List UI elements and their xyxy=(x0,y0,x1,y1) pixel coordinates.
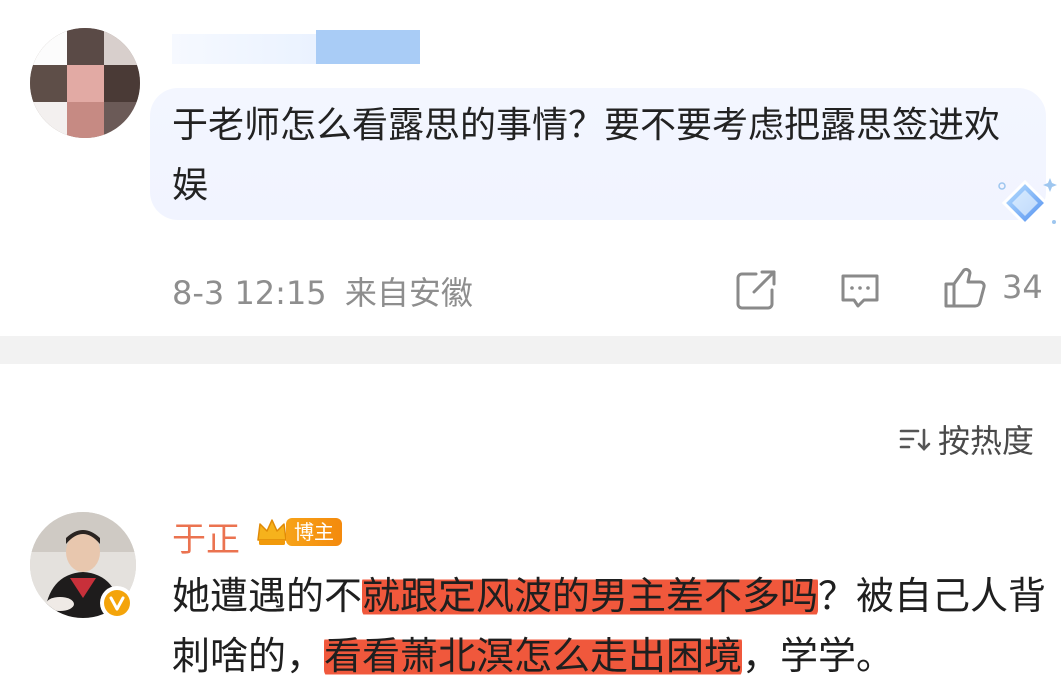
comment-button[interactable] xyxy=(836,266,884,314)
section-divider xyxy=(0,336,1061,364)
author-name[interactable]: 于正 xyxy=(172,512,240,561)
comment-text-part: 她遭遇的不 xyxy=(172,574,363,618)
timestamp: 8-3 12:15 xyxy=(172,274,327,312)
like-button[interactable] xyxy=(940,264,988,312)
sort-label: 按热度 xyxy=(938,422,1035,460)
avatar[interactable] xyxy=(30,28,140,138)
like-icon xyxy=(944,267,986,308)
diamond-badge-icon xyxy=(990,170,1060,240)
sort-by-hot-button[interactable]: 按热度 xyxy=(898,416,1034,462)
like-count: 34 xyxy=(1002,268,1043,306)
comment-text: 她遭遇的不就跟定风波的男主差不多吗？被自己人背刺啥的，看看萧北溟怎么走出困境，学… xyxy=(172,566,1052,686)
blogger-badge: 博主 xyxy=(254,514,342,550)
crown-icon xyxy=(257,519,287,545)
comment-icon xyxy=(841,274,879,308)
highlighted-text: 就跟定风波的男主差不多吗 xyxy=(362,574,819,618)
sort-icon xyxy=(899,428,931,451)
blogger-badge-label: 博主 xyxy=(286,518,342,546)
share-icon xyxy=(736,270,776,310)
highlighted-text: 看看萧北溟怎么走出困境 xyxy=(324,634,743,678)
location: 来自安徽 xyxy=(344,274,473,312)
username-blurred xyxy=(172,34,317,64)
verified-v-icon xyxy=(100,586,134,620)
comment-meta: 8-3 12:15 来自安徽 xyxy=(172,268,473,314)
comment-text-part: ，学学。 xyxy=(742,634,895,678)
share-button[interactable] xyxy=(732,266,780,314)
comment-text: 于老师怎么看露思的事情？要不要考虑把露思签进欢娱 xyxy=(172,105,1001,206)
username-blurred-highlight xyxy=(316,30,420,64)
